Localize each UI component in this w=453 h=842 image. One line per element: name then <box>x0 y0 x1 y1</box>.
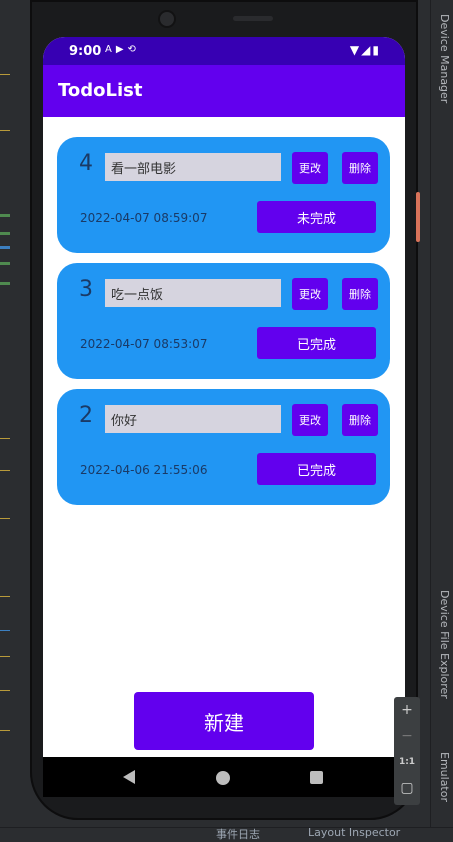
status-toggle-button[interactable]: 已完成 <box>257 453 376 485</box>
signal-icon: ◢ <box>361 43 373 57</box>
todo-list: 4 更改 删除 2022-04-07 08:59:07 未完成 3 更改 删除 … <box>57 137 390 515</box>
todo-number: 4 <box>79 151 93 176</box>
layout-inspector-tab[interactable]: Layout Inspector <box>308 826 400 839</box>
delete-button[interactable]: 删除 <box>342 278 378 310</box>
delete-button[interactable]: 删除 <box>342 404 378 436</box>
sync-icon: ⟲ <box>127 44 140 55</box>
status-toggle-button[interactable]: 未完成 <box>257 201 376 233</box>
zoom-in-button[interactable]: + <box>394 697 420 723</box>
todo-date: 2022-04-06 21:55:06 <box>80 463 208 477</box>
todo-card: 3 更改 删除 2022-04-07 08:53:07 已完成 <box>57 263 390 379</box>
ide-left-gutter <box>0 0 14 840</box>
gutter-diff-bar <box>0 246 10 249</box>
gutter-marker <box>0 74 10 75</box>
todo-card: 2 更改 删除 2022-04-06 21:55:06 已完成 <box>57 389 390 505</box>
gutter-diff-bar <box>0 262 10 265</box>
recents-icon[interactable] <box>310 771 323 784</box>
gutter-diff-bar <box>0 214 10 217</box>
gutter-marker <box>0 130 10 131</box>
delete-button[interactable]: 删除 <box>342 152 378 184</box>
emulator-zoom-panel: + − 1:1 ▢ <box>394 697 420 805</box>
gutter-marker <box>0 596 10 597</box>
zoom-ratio-button[interactable]: 1:1 <box>394 749 420 775</box>
status-toggle-button[interactable]: 已完成 <box>257 327 376 359</box>
gutter-marker <box>0 470 10 471</box>
status-bar: 9:00 A▶⟲ ▼◢▮ <box>43 37 405 65</box>
phone-screen: 9:00 A▶⟲ ▼◢▮ TodoList 4 更改 删除 2022-04-07… <box>43 37 405 797</box>
status-left-icons: A▶⟲ <box>105 44 140 55</box>
device-file-explorer-tab[interactable]: Device File Explorer <box>438 590 451 699</box>
edit-button[interactable]: 更改 <box>292 152 328 184</box>
device-manager-tab[interactable]: Device Manager <box>438 14 451 103</box>
app-title: TodoList <box>58 80 143 101</box>
zoom-out-button[interactable]: − <box>394 723 420 749</box>
todo-number: 2 <box>79 403 93 428</box>
gutter-marker <box>0 438 10 439</box>
status-right-icons: ▼◢▮ <box>350 43 381 57</box>
todo-number: 3 <box>79 277 93 302</box>
app-bar: TodoList <box>43 65 405 117</box>
phone-power-button[interactable] <box>416 192 420 242</box>
todo-content-input[interactable] <box>105 405 281 433</box>
gutter-marker <box>0 518 10 519</box>
todo-content-input[interactable] <box>105 279 281 307</box>
todo-date: 2022-04-07 08:59:07 <box>80 211 208 225</box>
ide-bottom-bar: 事件日志 Layout Inspector <box>0 826 453 841</box>
gutter-diff-bar <box>0 232 10 235</box>
fit-screen-icon[interactable]: ▢ <box>394 775 420 801</box>
speaker-grille <box>233 16 273 21</box>
todo-card: 4 更改 删除 2022-04-07 08:59:07 未完成 <box>57 137 390 253</box>
gutter-marker <box>0 656 10 657</box>
new-todo-button[interactable]: 新建 <box>134 692 314 750</box>
youtube-icon: ▶ <box>115 44 128 55</box>
gutter-marker <box>0 630 10 631</box>
edit-button[interactable]: 更改 <box>292 278 328 310</box>
camera-icon <box>158 10 176 28</box>
back-icon[interactable] <box>123 770 135 784</box>
home-icon[interactable] <box>216 771 230 785</box>
navigation-bar <box>43 757 405 797</box>
emulator-tab[interactable]: Emulator <box>438 752 451 802</box>
status-time: 9:00 <box>69 44 102 59</box>
gutter-marker <box>0 690 10 691</box>
gutter-marker <box>0 730 10 731</box>
gutter-diff-bar <box>0 282 10 285</box>
notification-a-icon: A <box>105 44 116 55</box>
todo-content-input[interactable] <box>105 153 281 181</box>
edit-button[interactable]: 更改 <box>292 404 328 436</box>
wifi-icon: ▼ <box>349 43 362 57</box>
battery-icon: ▮ <box>372 43 381 57</box>
ide-right-toolstrip: Device Manager Device File Explorer Emul… <box>430 0 453 840</box>
todo-date: 2022-04-07 08:53:07 <box>80 337 208 351</box>
